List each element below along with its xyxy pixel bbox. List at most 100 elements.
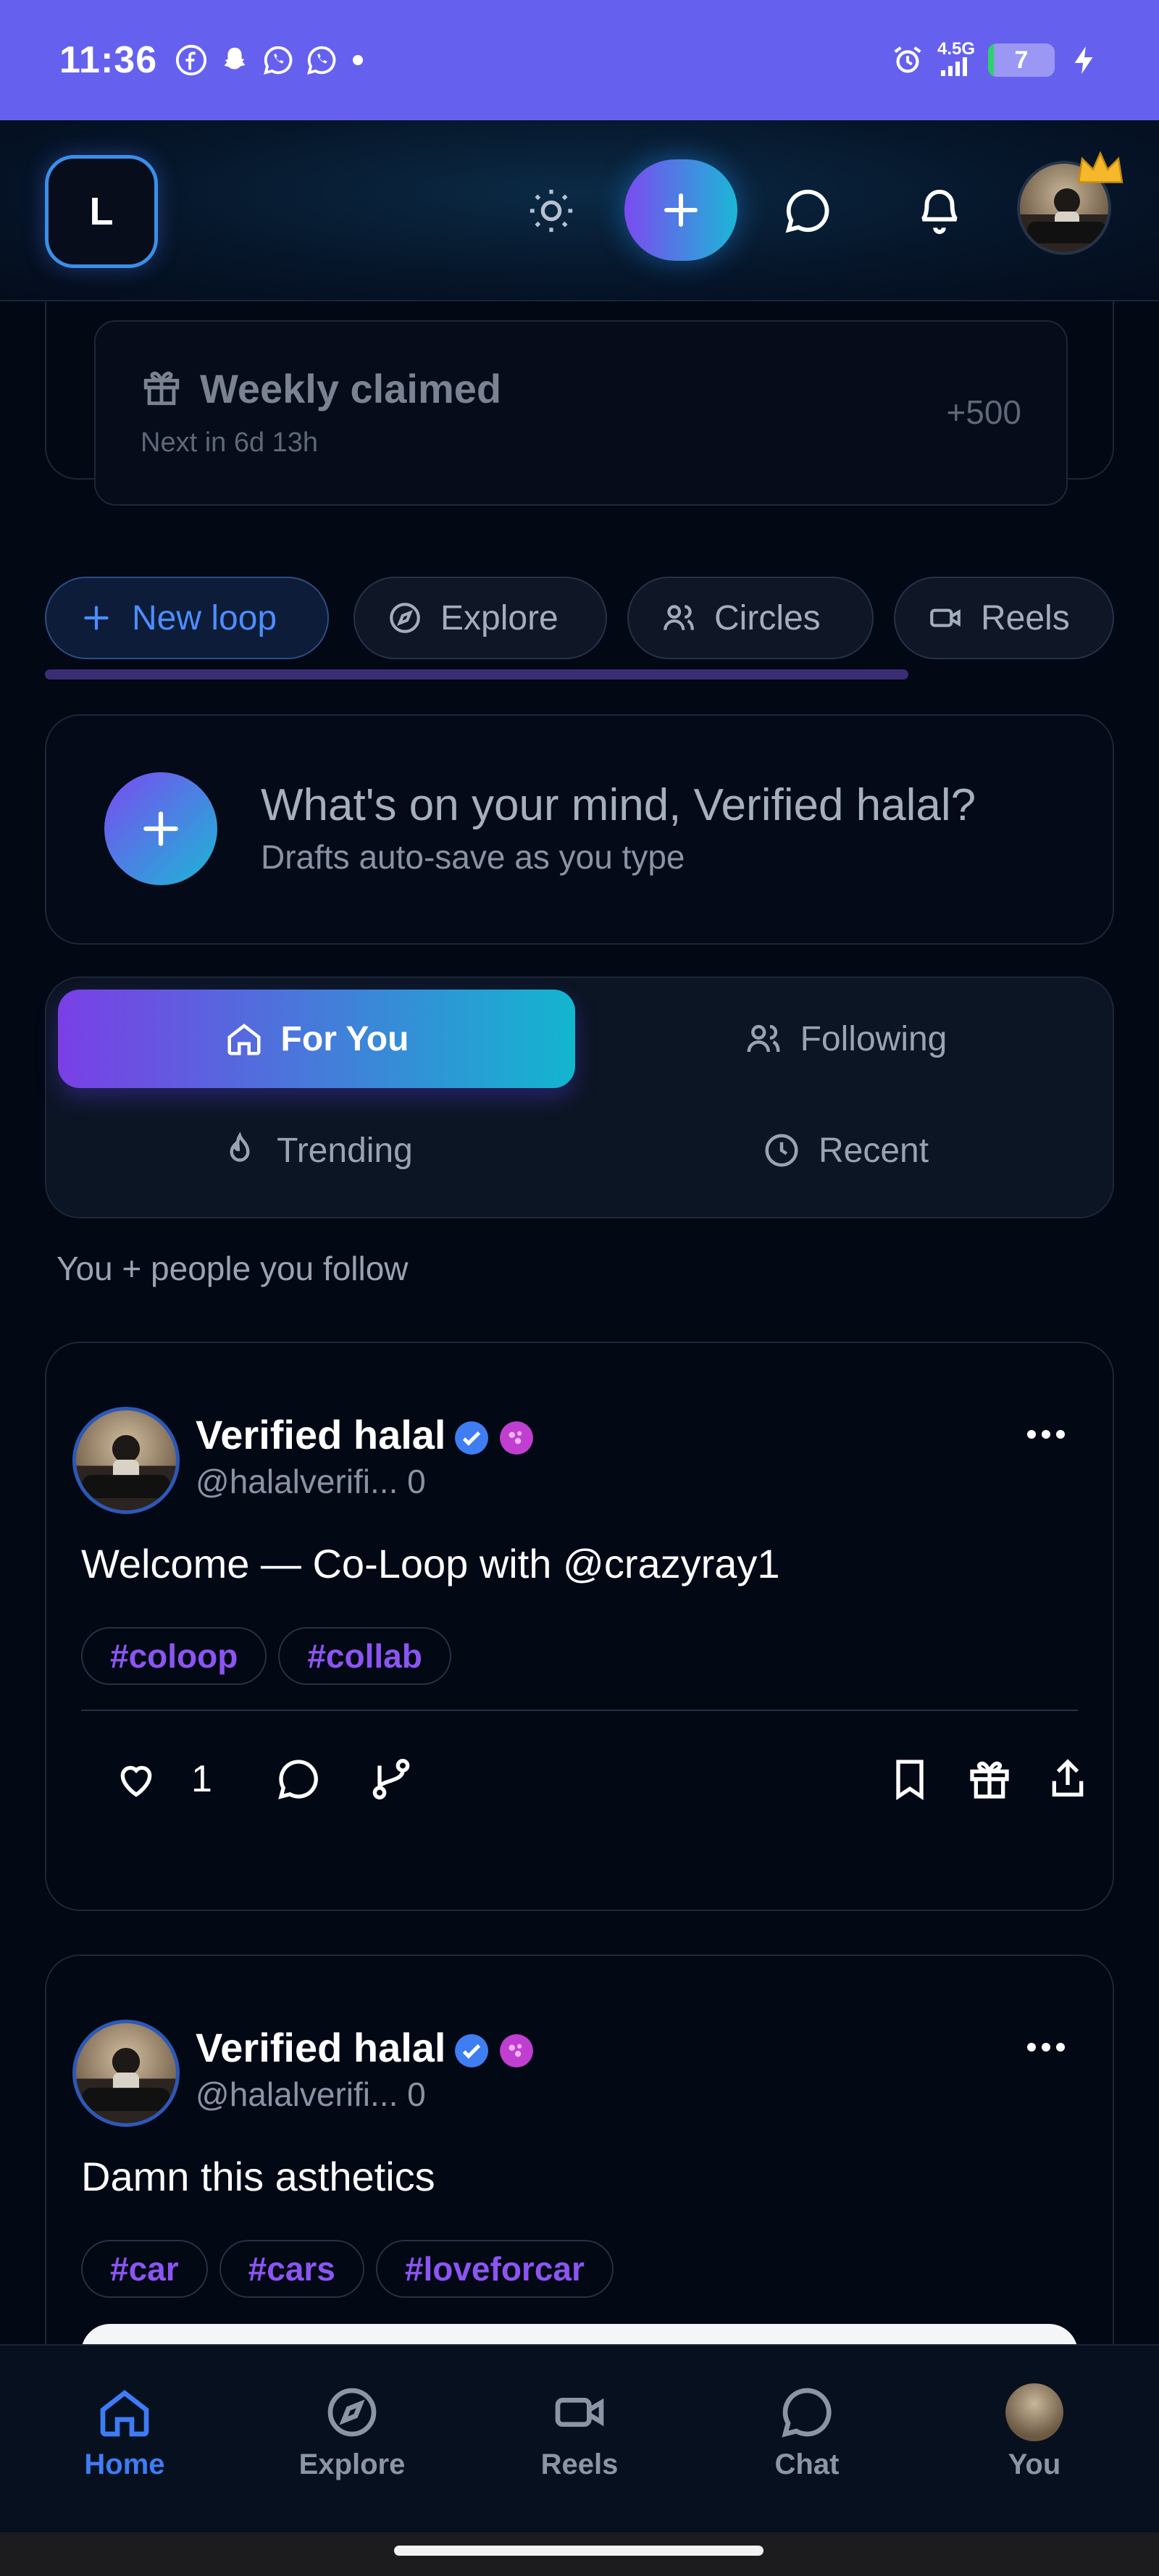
feed-description: You + people you follow: [57, 1250, 409, 1287]
circles-chip[interactable]: Circles: [627, 577, 874, 659]
home-gesture-bar[interactable]: [394, 2546, 763, 2556]
battery-fill: [988, 43, 994, 77]
post-media[interactable]: [81, 2324, 1078, 2344]
hashtag-chip[interactable]: #coloop: [81, 1627, 267, 1685]
compass-icon: [327, 2388, 377, 2437]
tab-trending[interactable]: Trending: [58, 1101, 575, 1200]
post-author-name[interactable]: Verified halal: [196, 1411, 446, 1458]
nav-explore-label: Explore: [298, 2449, 406, 2480]
users-icon: [664, 605, 694, 630]
bookmark-icon[interactable]: [887, 1756, 933, 1802]
weekly-claim-points: +500: [946, 393, 1021, 431]
chat-bubble-icon[interactable]: [782, 185, 833, 236]
status-bar: 11:36 4.5G 7: [0, 0, 1159, 120]
reels-chip-label: Reels: [981, 598, 1070, 637]
nav-home[interactable]: Home: [52, 2383, 197, 2481]
main-content: Weekly claimed Next in 6d 13h +500 New l…: [0, 301, 1159, 2344]
rewards-card: Weekly claimed Next in 6d 13h +500: [45, 301, 1114, 506]
explore-chip-label: Explore: [440, 598, 558, 637]
composer-hint: Drafts auto-save as you type: [261, 838, 685, 876]
nav-home-label: Home: [84, 2449, 165, 2480]
bell-icon[interactable]: [914, 185, 965, 236]
verified-badge-icon: [455, 2034, 488, 2067]
plus-icon: [664, 193, 698, 227]
nav-chat[interactable]: Chat: [735, 2383, 879, 2481]
alarm-icon: [894, 46, 921, 73]
crown-icon: [1077, 151, 1124, 183]
post-text: Welcome — Co-Loop with @crazyray1: [81, 1541, 780, 1586]
post-card[interactable]: Verified halal @halalverifi... 0 Welcome…: [45, 1342, 1114, 1911]
post-author-name[interactable]: Verified halal: [196, 2024, 446, 2071]
premium-badge-icon: [500, 1421, 533, 1455]
heart-icon[interactable]: [113, 1756, 159, 1802]
like-count: 1: [191, 1758, 212, 1800]
nav-you-label: You: [1008, 2449, 1061, 2480]
post-card[interactable]: Verified halal @halalverifi... 0 Damn th…: [45, 1954, 1114, 2344]
network-indicator: 4.5G: [937, 41, 975, 79]
more-options-icon[interactable]: [1024, 1427, 1068, 1442]
nav-reels-label: Reels: [540, 2449, 619, 2480]
plus-icon: [84, 606, 109, 630]
quick-actions-scrollbar[interactable]: [45, 669, 908, 679]
chat-bubble-icon: [782, 2388, 832, 2438]
network-label: 4.5G: [937, 39, 975, 59]
gift-icon[interactable]: [966, 1756, 1013, 1802]
home-icon: [100, 2390, 149, 2437]
circles-chip-label: Circles: [714, 598, 821, 637]
post-actions: 1: [46, 1749, 1113, 1807]
post-author-avatar[interactable]: [72, 1407, 180, 1514]
app-header: L: [0, 120, 1159, 301]
tab-for-you[interactable]: For You: [58, 990, 575, 1088]
composer-prompt: What's on your mind, Verified halal?: [261, 780, 976, 830]
app-screen: 11:36 4.5G 7 L Weekly claimed Next in 6d…: [0, 0, 1159, 2576]
avatar-photo: [76, 2047, 176, 2123]
post-author-handle: @halalverifi... 0: [196, 1463, 426, 1500]
compose-button[interactable]: [104, 772, 217, 885]
users-icon: [747, 1024, 780, 1053]
charging-icon: [1074, 46, 1093, 75]
app-logo-button[interactable]: L: [45, 155, 158, 268]
sun-icon[interactable]: [526, 185, 577, 236]
post-text: Damn this asthetics: [81, 2154, 435, 2199]
tab-trending-label: Trending: [277, 1131, 413, 1170]
hashtag-chip[interactable]: #cars: [219, 2240, 364, 2298]
branch-icon[interactable]: [368, 1756, 414, 1802]
hashtag-chip[interactable]: #loveforcar: [375, 2240, 614, 2298]
new-loop-label: New loop: [132, 598, 277, 637]
avatar-photo: [76, 1434, 176, 1510]
hashtag-chip[interactable]: #car: [81, 2240, 208, 2298]
flame-icon: [230, 1132, 250, 1162]
reels-chip[interactable]: Reels: [894, 577, 1114, 659]
nav-chat-label: Chat: [774, 2449, 840, 2480]
tab-following-label: Following: [800, 1019, 947, 1058]
more-notifications-dot: [353, 55, 364, 65]
more-options-icon[interactable]: [1024, 2040, 1068, 2054]
quick-actions-row: New loop Explore Circles Reels: [45, 577, 1114, 659]
tab-recent[interactable]: Recent: [587, 1101, 1104, 1200]
feed-filter-tabs: For You Following Trending Recent: [45, 977, 1114, 1218]
share-icon[interactable]: [1045, 1756, 1091, 1802]
new-loop-chip[interactable]: New loop: [45, 577, 329, 659]
create-post-button[interactable]: [624, 159, 737, 261]
video-icon: [930, 609, 961, 627]
tab-following[interactable]: Following: [587, 990, 1104, 1088]
home-icon: [227, 1024, 261, 1055]
nav-explore[interactable]: Explore: [280, 2383, 424, 2481]
hashtag-chip[interactable]: #collab: [278, 1627, 451, 1685]
status-right: 4.5G 7: [891, 41, 1101, 79]
post-tags: #coloop #collab: [81, 1627, 451, 1685]
post-divider: [81, 1710, 1078, 1711]
weekly-claim-countdown: Next in 6d 13h: [141, 427, 319, 458]
whatsapp-icon: [307, 46, 336, 75]
comment-icon[interactable]: [275, 1756, 322, 1802]
post-author-avatar[interactable]: [72, 2020, 180, 2127]
status-left: 11:36: [59, 38, 364, 82]
nav-you[interactable]: You: [962, 2383, 1107, 2481]
post-composer[interactable]: What's on your mind, Verified halal? Dra…: [45, 714, 1114, 945]
explore-chip[interactable]: Explore: [353, 577, 607, 659]
whatsapp-icon: [264, 46, 293, 75]
tab-recent-label: Recent: [818, 1131, 929, 1170]
compass-icon: [390, 603, 420, 633]
nav-reels[interactable]: Reels: [507, 2383, 652, 2481]
verified-badge-icon: [455, 1421, 488, 1455]
